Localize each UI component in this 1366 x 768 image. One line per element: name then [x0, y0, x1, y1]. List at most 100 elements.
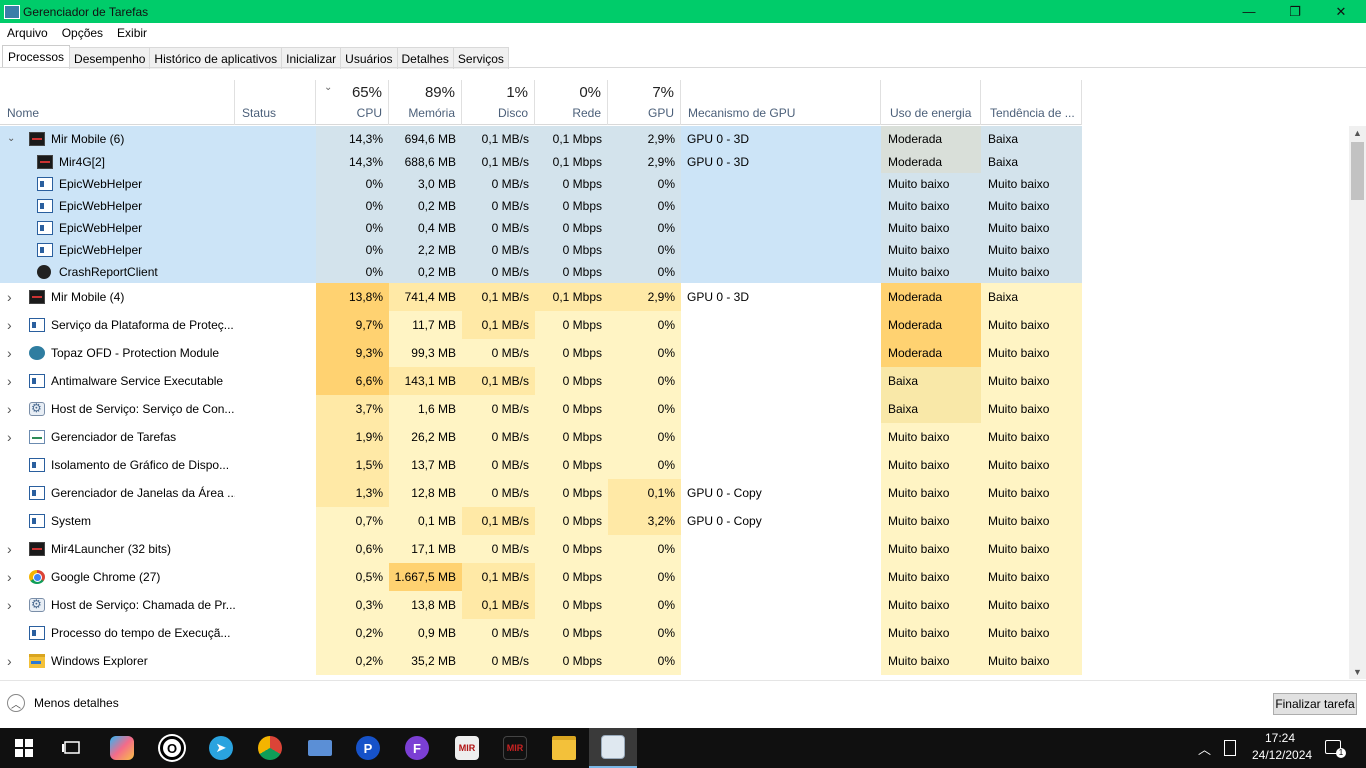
- col-gpu-engine[interactable]: Mecanismo de GPU: [681, 80, 881, 125]
- cell-mem: 11,7 MB: [389, 311, 462, 339]
- opera-icon[interactable]: O: [148, 728, 196, 768]
- table-row[interactable]: › Host de Serviço: Serviço de Con... 3,7%1…: [0, 395, 1082, 423]
- cell-net: 0 Mbps: [535, 479, 608, 507]
- table-row[interactable]: System 0,7% 0,1 MB 0,1 MB/s 0 Mbps 3,2% GPU 0 …: [0, 507, 1082, 535]
- tab-desempenho[interactable]: Desempenho: [69, 47, 151, 69]
- chrome-icon[interactable]: [246, 728, 294, 768]
- chevron-up-icon[interactable]: ︿: [1198, 739, 1211, 758]
- task-manager-icon[interactable]: [589, 728, 637, 768]
- notification-badge: 1: [1336, 748, 1346, 758]
- col-status[interactable]: Status: [235, 80, 316, 125]
- table-row[interactable]: › Mir Mobile (4) 13,8% 741,4 MB 0,1 MB/s 0,1 …: [0, 283, 1082, 311]
- table-row[interactable]: EpicWebHelper 0% 0,2 MB 0 MB/s 0 Mbps 0% Muito…: [0, 195, 1082, 217]
- table-row[interactable]: CrashReportClient 0% 0,2 MB 0 MB/s 0 Mbps 0% M…: [0, 261, 1082, 283]
- cell-engine: [681, 647, 881, 675]
- process-name: Host de Serviço: Serviço de Con...: [51, 402, 235, 416]
- table-row[interactable]: Processo do tempo de Execuçã... 0,2% 0,9 M…: [0, 619, 1082, 647]
- table-row[interactable]: Gerenciador de Janelas da Área ... 1,3% 12…: [0, 479, 1082, 507]
- scroll-down-icon[interactable]: ▼: [1349, 665, 1366, 679]
- cell-trend: Muito baixo: [981, 591, 1082, 619]
- table-row[interactable]: › Windows Explorer 0,2% 35,2 MB 0 MB/s 0 Mbps…: [0, 647, 1082, 675]
- cell-disk: 0 MB/s: [462, 395, 535, 423]
- process-name: Windows Explorer: [51, 654, 148, 668]
- cell-gpu: 2,9%: [608, 151, 681, 173]
- table-row[interactable]: › Antimalware Service Executable 6,6% 143,1…: [0, 367, 1082, 395]
- close-button[interactable]: ✕: [1318, 0, 1364, 23]
- tab-detalhes[interactable]: Detalhes: [396, 47, 454, 69]
- col-name[interactable]: Nome: [0, 80, 235, 125]
- table-row[interactable]: › Google Chrome (27) 0,5% 1.667,5 MB 0,1 MB/…: [0, 563, 1082, 591]
- cell-trend: Muito baixo: [981, 563, 1082, 591]
- cell-net: 0 Mbps: [535, 367, 608, 395]
- col-disk[interactable]: 1% Disco: [462, 80, 535, 125]
- table-row[interactable]: EpicWebHelper 0% 2,2 MB 0 MB/s 0 Mbps 0% Muito…: [0, 239, 1082, 261]
- copilot-icon[interactable]: [98, 728, 146, 768]
- chevron-right-icon[interactable]: ›: [7, 535, 12, 563]
- chevron-right-icon[interactable]: ›: [7, 423, 12, 451]
- task-view-icon[interactable]: [48, 728, 96, 768]
- p-app-icon[interactable]: P: [344, 728, 392, 768]
- ue-process-icon: [37, 265, 51, 279]
- scroll-thumb[interactable]: [1351, 142, 1364, 200]
- cell-disk: 0 MB/s: [462, 339, 535, 367]
- tab-servicos[interactable]: Serviços: [452, 47, 509, 69]
- start-icon[interactable]: [0, 728, 48, 768]
- file-explorer-icon[interactable]: [540, 728, 588, 768]
- menu-arquivo[interactable]: Arquivo: [0, 26, 55, 40]
- less-details-link[interactable]: ︿ Menos detalhes: [7, 692, 119, 714]
- cell-net: 0 Mbps: [535, 311, 608, 339]
- cell-cpu: 0%: [316, 173, 389, 195]
- table-row[interactable]: › Mir4Launcher (32 bits) 0,6% 17,1 MB 0 MB/s…: [0, 535, 1082, 563]
- tab-inicializar[interactable]: Inicializar: [281, 47, 342, 69]
- table-row[interactable]: Mir4G[2] 14,3% 688,6 MB 0,1 MB/s 0,1 Mbps 2,9…: [0, 151, 1082, 173]
- process-name: Gerenciador de Tarefas: [51, 430, 177, 444]
- vertical-scrollbar[interactable]: ▲ ▼: [1349, 126, 1366, 679]
- mir4-icon[interactable]: MIR: [443, 728, 491, 768]
- mir-process-icon: [29, 131, 45, 146]
- chevron-right-icon[interactable]: ›: [7, 563, 12, 591]
- table-row[interactable]: › Host de Serviço: Chamada de Pr... 0,3%13…: [0, 591, 1082, 619]
- cell-net: 0,1 Mbps: [535, 283, 608, 311]
- laptop-icon[interactable]: [296, 728, 344, 768]
- maximize-button[interactable]: ❐: [1272, 0, 1318, 23]
- col-memory[interactable]: 89% Memória: [389, 80, 462, 125]
- cell-gpu: 0%: [608, 367, 681, 395]
- tab-processos[interactable]: Processos: [2, 45, 71, 68]
- table-row[interactable]: › Topaz OFD - Protection Module 9,3% 99,3 M…: [0, 339, 1082, 367]
- scroll-up-icon[interactable]: ▲: [1349, 126, 1366, 140]
- col-power-trend[interactable]: Tendência de ...: [981, 80, 1082, 125]
- menu-opcoes[interactable]: Opções: [55, 26, 110, 40]
- minimize-button[interactable]: —: [1226, 0, 1272, 23]
- col-memory-label: Memória: [408, 106, 455, 120]
- table-row[interactable]: › Gerenciador de Tarefas 1,9% 26,2 MB 0 MB/s…: [0, 423, 1082, 451]
- cell-gpu: 0%: [608, 195, 681, 217]
- col-network[interactable]: 0% Rede: [535, 80, 608, 125]
- chevron-right-icon[interactable]: ›: [7, 367, 12, 395]
- tab-usuarios[interactable]: Usuários: [340, 47, 398, 69]
- menu-exibir[interactable]: Exibir: [110, 26, 154, 40]
- col-gpu-label: GPU: [647, 106, 674, 120]
- col-cpu[interactable]: ⌄ 65% CPU: [316, 80, 389, 125]
- table-row[interactable]: › Serviço da Plataforma de Proteç... 9,7% 1…: [0, 311, 1082, 339]
- chevron-right-icon[interactable]: ›: [7, 591, 12, 619]
- table-row[interactable]: EpicWebHelper 0% 0,4 MB 0 MB/s 0 Mbps 0% Muito…: [0, 217, 1082, 239]
- f-app-icon[interactable]: F: [393, 728, 441, 768]
- chevron-right-icon[interactable]: ›: [7, 647, 12, 675]
- tab-historico[interactable]: Histórico de aplicativos: [149, 47, 283, 69]
- chevron-right-icon[interactable]: ›: [7, 395, 12, 423]
- end-task-button[interactable]: Finalizar tarefa: [1273, 693, 1357, 715]
- chevron-down-icon[interactable]: ⌄: [7, 126, 15, 151]
- battery-icon[interactable]: [1224, 740, 1236, 756]
- mir4-icon[interactable]: MIR: [491, 728, 539, 768]
- system-clock[interactable]: 17:24 24/12/2024: [1252, 730, 1312, 766]
- chevron-right-icon[interactable]: ›: [7, 311, 12, 339]
- table-row[interactable]: EpicWebHelper 0% 3,0 MB 0 MB/s 0 Mbps 0% Muito…: [0, 173, 1082, 195]
- table-row[interactable]: ⌄ Mir Mobile (6) 14,3% 694,6 MB 0,1 MB/s 0,1 …: [0, 126, 1082, 151]
- telegram-icon[interactable]: ➤: [197, 728, 245, 768]
- cell-mem: 0,9 MB: [389, 619, 462, 647]
- chevron-right-icon[interactable]: ›: [7, 339, 12, 367]
- col-power-usage[interactable]: Uso de energia: [881, 80, 981, 125]
- table-row[interactable]: Isolamento de Gráfico de Dispo... 1,5% 13,…: [0, 451, 1082, 479]
- col-gpu[interactable]: 7% GPU: [608, 80, 681, 125]
- chevron-right-icon[interactable]: ›: [7, 283, 12, 311]
